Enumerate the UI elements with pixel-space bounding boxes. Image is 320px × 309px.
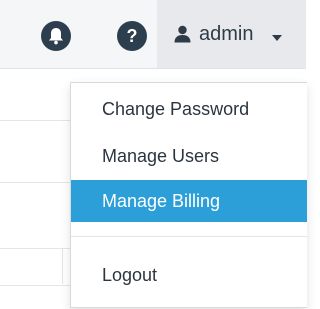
top-navbar: ? admin bbox=[0, 0, 306, 69]
menu-item-manage-users[interactable]: Manage Users bbox=[71, 135, 307, 177]
menu-item-manage-billing[interactable]: Manage Billing bbox=[71, 180, 307, 222]
user-icon bbox=[174, 25, 191, 48]
bell-icon[interactable] bbox=[41, 21, 71, 51]
background-cell-divider bbox=[62, 248, 63, 284]
menu-divider bbox=[71, 236, 307, 237]
chevron-down-icon bbox=[272, 35, 282, 41]
help-glyph: ? bbox=[126, 25, 138, 46]
menu-item-logout[interactable]: Logout bbox=[71, 254, 307, 296]
user-dropdown-menu: Change Password Manage Users Manage Bill… bbox=[70, 82, 307, 308]
help-icon[interactable]: ? bbox=[117, 21, 147, 51]
user-menu-toggle[interactable]: admin bbox=[157, 0, 306, 68]
menu-item-change-password[interactable]: Change Password bbox=[71, 88, 307, 130]
username-label: admin bbox=[199, 23, 254, 45]
